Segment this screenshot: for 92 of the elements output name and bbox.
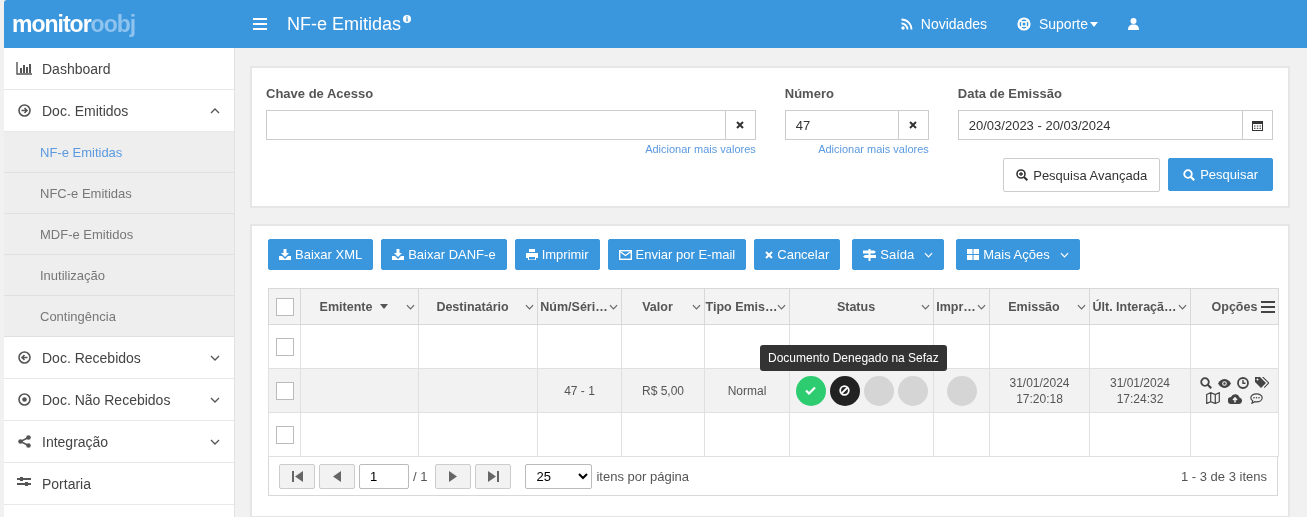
clock-icon[interactable] [1237,377,1249,389]
last-page-icon [487,470,499,482]
row-checkbox[interactable] [275,337,294,356]
column-menu-icon[interactable] [1178,303,1187,310]
column-menu-icon[interactable] [1077,303,1086,310]
column-menu-icon[interactable] [977,303,986,310]
sidebar-item[interactable]: Portaria [4,463,234,505]
menu-icon[interactable] [1261,300,1275,313]
tags-icon[interactable] [1255,377,1269,389]
printer-icon [525,249,538,260]
page-count: / 1 [413,468,428,484]
user-icon[interactable] [1128,18,1139,30]
sidebar-item[interactable]: Dashboard [4,48,234,90]
tooltip: Documento Denegado na Sefaz [760,345,947,371]
sidebar-subitem[interactable]: Inutilização [4,255,234,296]
sidebar-subitem[interactable]: NFC-e Emitidas [4,173,234,214]
date-range-field[interactable]: 20/03/2023 - 20/03/2024 [957,110,1242,140]
chevron-down-icon[interactable] [210,438,220,445]
column-header[interactable]: Valor [642,299,673,314]
row-checkbox[interactable] [275,381,294,400]
row-checkbox[interactable] [275,425,294,444]
check-icon [805,386,816,395]
chevron-up-icon[interactable] [210,107,220,114]
rss-icon [900,18,913,30]
table-cell: R$ 5,00 [642,383,684,398]
page-size-label: itens por página [596,468,689,484]
times-icon [736,121,745,129]
next-page-button[interactable] [435,463,472,489]
circle-arrow-left-icon [17,351,31,364]
next-page-icon [449,470,458,482]
page-input[interactable]: 1 [359,463,409,489]
share-nodes-icon [17,435,31,448]
bar-chart-icon [16,62,32,75]
download-icon [279,249,291,260]
column-menu-icon[interactable] [777,303,786,310]
zoom-in-icon [1016,169,1029,181]
table-cell: 31/01/2024 17:20:18 [1009,375,1070,406]
download-icon [392,249,405,260]
chevron-down-icon[interactable] [210,354,220,361]
chevron-down-icon[interactable] [210,396,220,403]
sidebar-subitem[interactable]: Contingência [4,296,234,337]
dot-circle-icon [17,393,31,406]
previous-page-button[interactable] [319,463,355,489]
search-icon [1183,168,1196,181]
calendar-button[interactable] [1242,110,1273,140]
grid-icon [967,249,980,260]
cloud-upload-icon[interactable] [1228,392,1242,404]
page-size-select[interactable]: 25 [525,463,593,489]
signpost-icon [863,248,877,261]
pagination-summary: 1 - 3 de 3 itens [1181,468,1267,484]
table-cell: 47 - 1 [564,383,595,398]
column-menu-icon[interactable] [921,303,930,310]
circle-arrow-right-icon [17,104,31,117]
clear-button[interactable] [897,110,929,140]
sidebar-item[interactable]: Doc. Não Recebidos [4,379,234,421]
envelope-icon [618,249,632,260]
map-icon[interactable] [1206,392,1220,404]
field-label: Número [784,86,835,101]
status-denied-icon[interactable] [829,375,860,406]
info-icon [403,14,412,23]
first-page-icon [291,470,303,482]
text-field[interactable]: 47 [784,110,898,140]
ban-icon [839,385,850,396]
clear-button[interactable] [724,110,756,140]
times-icon [765,250,774,259]
times-icon [909,121,918,129]
sidebar-item[interactable]: Integração [4,421,234,463]
field-label: Chave de Acesso [266,86,375,101]
table-cell: 31/01/2024 17:24:32 [1109,375,1171,406]
text-field[interactable] [266,110,725,140]
column-header[interactable]: Emitente [319,299,373,314]
field-label: Data de Emissão [957,86,1063,101]
search-icon[interactable] [1200,377,1212,389]
column-menu-icon[interactable] [609,303,618,310]
column-header[interactable]: Status [836,299,876,314]
column-menu-icon[interactable] [406,303,415,310]
first-page-button[interactable] [279,463,315,489]
eye-icon[interactable] [1218,378,1231,388]
last-page-button[interactable] [475,463,512,489]
table-cell: Normal [727,383,767,398]
comment-icon[interactable] [1250,392,1263,404]
lifebuoy-icon [1016,17,1031,31]
table-row[interactable]: 47 - 1 R$ 5,00 Normal 31/01/2024 17:20:18 31/01/2024 17:24:32 [268,368,1279,413]
column-menu-icon[interactable] [525,303,534,310]
advanced-search-button[interactable]: Pesquisa Avançada [1003,158,1161,192]
select-all-checkbox[interactable] [275,297,294,316]
column-menu-icon[interactable] [692,303,701,310]
calendar-icon [1252,119,1263,131]
page-title: NF-e Emitidas [287,13,402,35]
sidebar-subitem[interactable]: MDF-e Emitidos [4,214,234,255]
previous-page-icon [333,470,341,482]
sidebar-item[interactable]: Doc. Recebidos [4,337,234,379]
